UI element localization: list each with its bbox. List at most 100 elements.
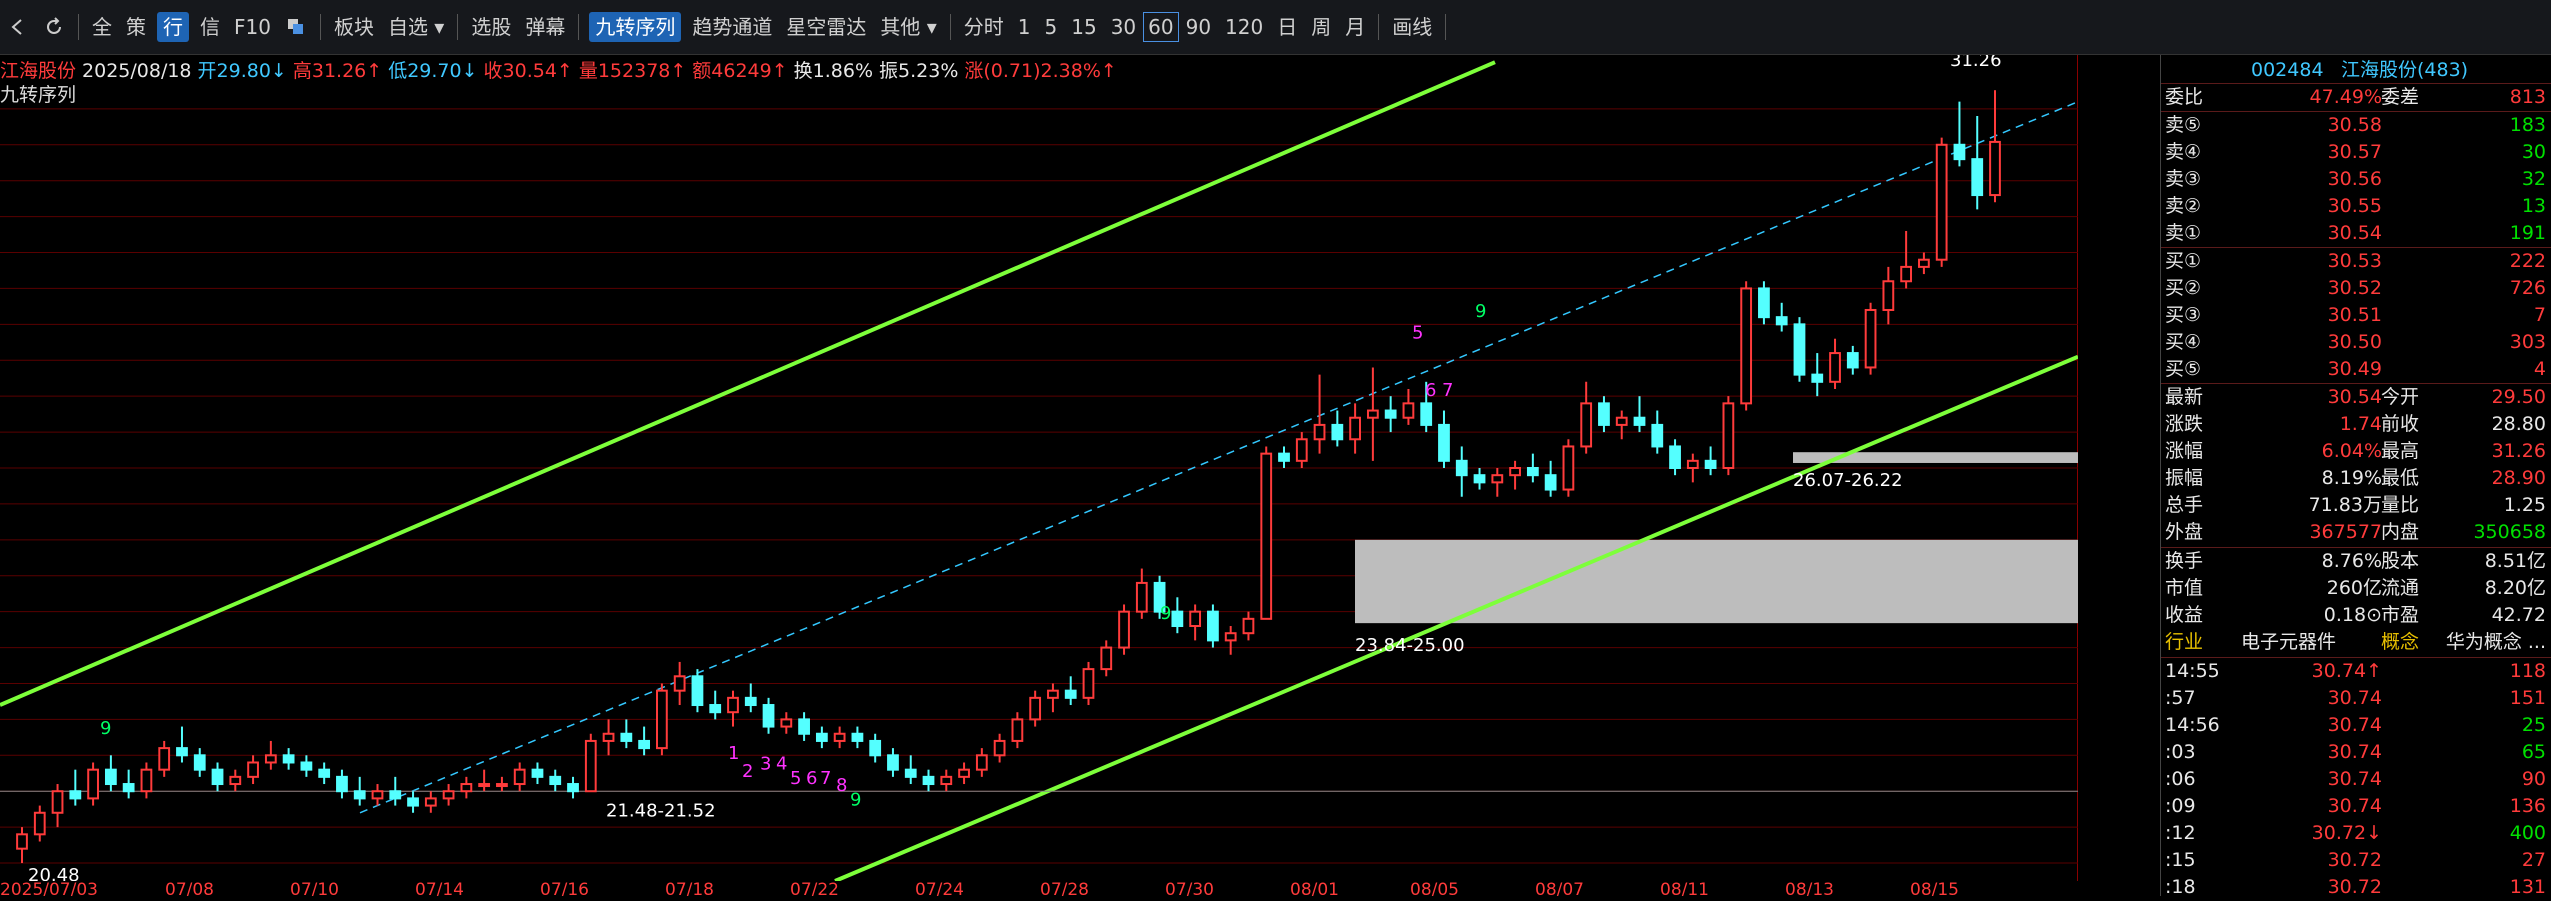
candle-body <box>69 790 82 800</box>
indicator-star-radar[interactable]: 星空雷达 <box>779 0 873 54</box>
candle-body <box>958 768 970 778</box>
stat-label: 市值 <box>2165 577 2204 599</box>
candle-body <box>1207 610 1219 642</box>
toolbar-quote[interactable]: 行 <box>157 12 189 42</box>
tick-price: 30.74↑ <box>2311 660 2382 682</box>
indicator-other[interactable]: 其他 ▾ <box>873 0 943 54</box>
stock-code: 002484 <box>2251 59 2324 81</box>
sell-price: 30.57 <box>2327 141 2382 163</box>
buy-label: 买② <box>2165 277 2202 299</box>
industry-label: 行业 <box>2165 631 2204 653</box>
candle-body <box>1313 423 1326 441</box>
period-5[interactable]: 5 <box>1038 0 1065 54</box>
period-60[interactable]: 60 <box>1143 12 1179 42</box>
candle-body <box>1082 668 1095 699</box>
period-15[interactable]: 15 <box>1064 0 1103 54</box>
period-90[interactable]: 90 <box>1179 0 1218 54</box>
candle-body <box>336 775 348 793</box>
candle-body <box>1829 352 1841 383</box>
td-count-bottom: 3 <box>760 754 771 775</box>
toolbar-strategy[interactable]: 策 <box>119 0 153 54</box>
toolbar-info[interactable]: 信 <box>193 0 227 54</box>
candle-body <box>922 775 935 786</box>
td-count-bottom: 2 <box>742 761 753 782</box>
period-1[interactable]: 1 <box>1011 0 1038 54</box>
refresh-icon[interactable] <box>41 14 67 40</box>
stat-value: 367577 <box>2309 521 2382 543</box>
toolbar-divider <box>78 14 79 40</box>
sell-volume: 13 <box>2521 195 2546 217</box>
kline-chart-svg[interactable]: 31.0030.5030.0029.5029.0028.5028.0027.50… <box>0 55 2078 896</box>
tick-time: :09 <box>2165 795 2196 817</box>
back-icon[interactable] <box>5 14 31 40</box>
toolbar-watchlist[interactable]: 自选 ▾ <box>381 0 451 54</box>
period-month[interactable]: 月 <box>1338 0 1372 54</box>
sell-volume: 30 <box>2521 141 2546 163</box>
sell-level: 卖③ 30.56 32 <box>2161 166 2551 193</box>
tick-volume: 400 <box>2509 822 2546 844</box>
tick-time: :57 <box>2165 687 2196 709</box>
period-week[interactable]: 周 <box>1304 0 1338 54</box>
indicator-jiuzhuan[interactable]: 九转序列 <box>589 12 682 42</box>
toolbar-divider <box>949 14 951 40</box>
buy-price: 30.53 <box>2327 250 2382 272</box>
candle-body <box>1775 316 1788 326</box>
buy-volume: 303 <box>2509 331 2546 353</box>
tick-volume: 90 <box>2521 768 2546 790</box>
stat-label: 涨跌 <box>2165 413 2204 435</box>
candle-body <box>1758 287 1770 319</box>
td-count-top: 9 <box>1160 603 1171 624</box>
buy-label: 买③ <box>2165 304 2202 326</box>
period-day[interactable]: 日 <box>1270 0 1304 54</box>
date-label: 08/01 <box>1290 880 1339 896</box>
indicator-trend-channel[interactable]: 趋势通道 <box>685 0 779 54</box>
candle-body <box>602 732 615 742</box>
toolbar-divider <box>457 14 459 40</box>
toolbar-screener[interactable]: 选股 <box>464 0 518 54</box>
candle-body <box>264 754 277 764</box>
buy-price: 30.51 <box>2327 304 2382 326</box>
td-count-bottom: 8 <box>836 775 847 796</box>
candle-body <box>51 790 64 814</box>
period-intraday[interactable]: 分时 <box>957 0 1011 54</box>
candle-body <box>407 797 419 807</box>
tick-row: :12 30.72↓ 400 <box>2161 820 2551 847</box>
candle-body <box>709 704 722 714</box>
candle-body <box>1295 438 1308 462</box>
candle-body <box>531 768 544 778</box>
candle-body <box>247 761 259 778</box>
candle-body <box>1331 423 1344 441</box>
draw-line-button[interactable]: 画线 <box>1385 0 1439 54</box>
buy-label: 买④ <box>2165 331 2202 353</box>
concept-label: 概念 <box>2381 631 2420 653</box>
sell-volume: 183 <box>2509 114 2546 136</box>
candle-body <box>371 790 384 800</box>
toolbar-divider <box>1378 14 1380 40</box>
sell-price: 30.58 <box>2327 114 2382 136</box>
buy-label: 买⑤ <box>2165 358 2202 380</box>
td-count-top: 9 <box>1475 301 1486 322</box>
toolbar-sector[interactable]: 板块 <box>327 0 381 54</box>
tick-volume: 131 <box>2509 876 2546 898</box>
toolbar-danmaku[interactable]: 弹幕 <box>518 0 572 54</box>
candle-body <box>104 768 117 786</box>
stat-value: 30.54 <box>2327 386 2382 408</box>
windows-icon[interactable] <box>283 14 309 40</box>
period-120[interactable]: 120 <box>1218 0 1270 54</box>
stat-value: 29.50 <box>2491 386 2546 408</box>
candle-body <box>656 689 668 750</box>
candle-body <box>442 790 455 800</box>
stat-value: 71.83万 <box>2308 494 2382 516</box>
candle-body <box>762 704 775 728</box>
date-label: 07/10 <box>290 880 339 896</box>
buy-label: 买① <box>2165 250 2202 272</box>
stat-value: 0.18⊙ <box>2323 604 2382 626</box>
stat-label: 量比 <box>2381 494 2420 516</box>
toolbar-all[interactable]: 全 <box>85 0 119 54</box>
candle-body <box>513 768 526 786</box>
kline-chart[interactable]: 31.0030.5030.0029.5029.0028.5028.0027.50… <box>0 55 2078 896</box>
toolbar-f10[interactable]: F10 <box>227 0 278 54</box>
candle-body <box>16 833 28 850</box>
period-30[interactable]: 30 <box>1104 0 1143 54</box>
buy-volume: 4 <box>2533 358 2546 380</box>
